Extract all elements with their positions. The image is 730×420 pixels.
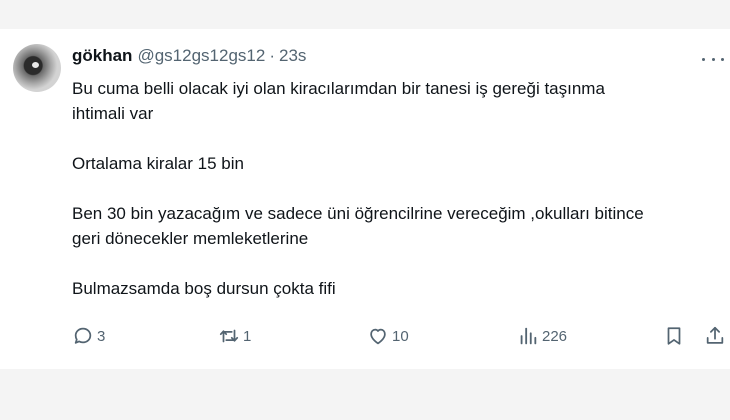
reply-icon <box>72 325 94 347</box>
tweet-line: Bulmazsamda boş dursun çokta fifi <box>72 279 336 298</box>
user-handle[interactable]: @gs12gs12gs12 <box>137 46 265 66</box>
heart-icon <box>367 325 389 347</box>
reply-button[interactable]: 3 <box>72 325 105 347</box>
tweet-text: Bu cuma belli olacak iyi olan kiracıları… <box>72 76 702 301</box>
tweet-line: Bu cuma belli olacak iyi olan kiracıları… <box>72 79 605 98</box>
tweet-line: ihtimali var <box>72 104 154 123</box>
views-count: 226 <box>542 327 568 345</box>
top-background-band <box>0 0 730 29</box>
tweet-line: Ben 30 bin yazacağım ve sadece üni öğren… <box>72 204 644 223</box>
like-button[interactable]: 10 <box>367 325 409 347</box>
bookmark-icon <box>663 325 685 347</box>
more-options-icon[interactable] <box>700 51 726 67</box>
tweet-card[interactable]: gökhan @gs12gs12gs12 · 23s Bu cuma belli… <box>0 29 730 369</box>
views-chart-icon <box>517 325 539 347</box>
like-count: 10 <box>392 327 409 345</box>
retweet-count: 1 <box>243 327 252 345</box>
retweet-button[interactable]: 1 <box>218 325 251 347</box>
bottom-background-band <box>0 369 730 420</box>
separator-dot: · <box>269 46 275 65</box>
views-button[interactable]: 226 <box>517 325 567 347</box>
tweet-line: Ortalama kiralar 15 bin <box>72 154 244 173</box>
tweet-line: geri dönecekler memleketlerine <box>72 229 309 248</box>
more-dot <box>702 57 705 61</box>
more-dot <box>711 57 715 61</box>
timestamp[interactable]: 23s <box>279 46 306 66</box>
tweet-actions-bar: 3 1 10 226 <box>0 319 730 353</box>
tweet-header: gökhan @gs12gs12gs12 · 23s <box>72 45 306 67</box>
avatar[interactable] <box>13 44 61 92</box>
more-dot <box>721 57 724 61</box>
reply-count: 3 <box>97 327 106 345</box>
share-icon <box>704 325 726 347</box>
bookmark-button[interactable] <box>663 325 685 347</box>
display-name[interactable]: gökhan <box>72 46 132 66</box>
share-button[interactable] <box>704 325 726 347</box>
retweet-icon <box>218 325 240 347</box>
